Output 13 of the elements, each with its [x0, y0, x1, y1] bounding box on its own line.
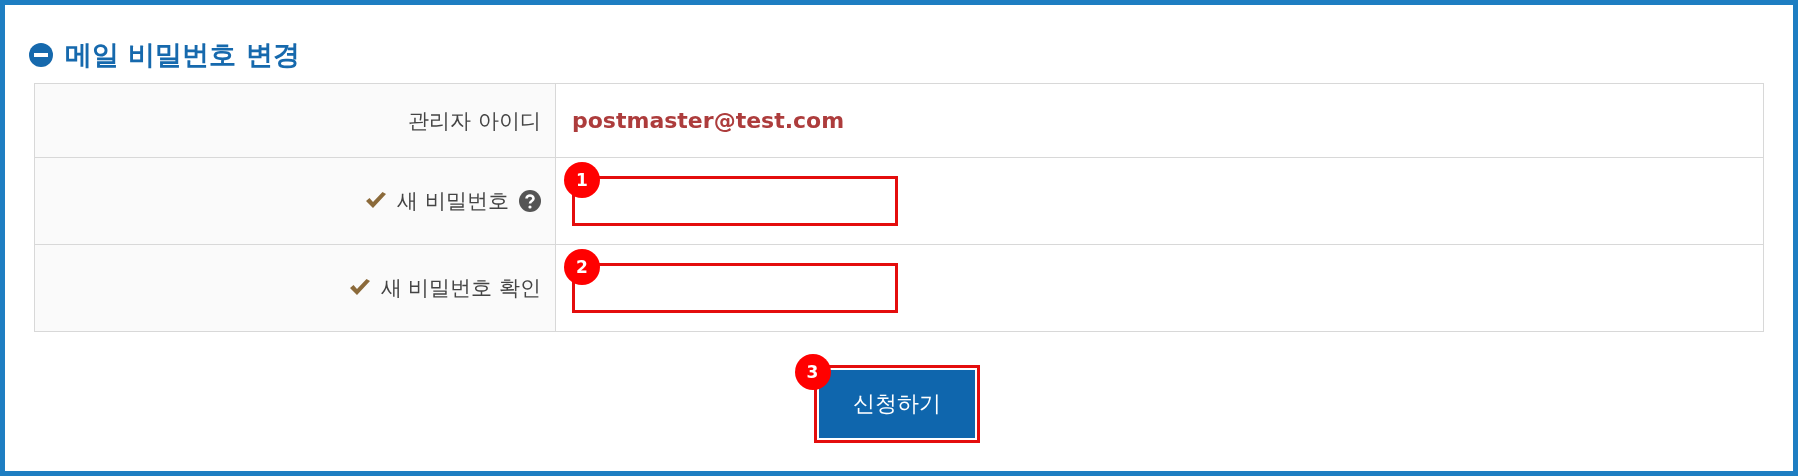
help-icon[interactable]: [519, 190, 541, 212]
check-icon: [365, 192, 388, 210]
field-label: 관리자 아이디: [408, 107, 541, 135]
field-label: 새 비밀번호 확인: [380, 275, 541, 302]
check-icon: [348, 279, 371, 297]
field-label: 새 비밀번호: [397, 188, 509, 215]
collapse-icon[interactable]: [29, 43, 53, 67]
section-title: 메일 비밀번호 변경: [65, 38, 300, 72]
admin-id: postmaster@test.com: [572, 108, 845, 133]
submit-button[interactable]: 신청하기: [816, 368, 977, 440]
step-marker: 3: [794, 354, 831, 390]
step-marker: 2: [564, 249, 600, 285]
step-marker: 1: [564, 162, 600, 198]
